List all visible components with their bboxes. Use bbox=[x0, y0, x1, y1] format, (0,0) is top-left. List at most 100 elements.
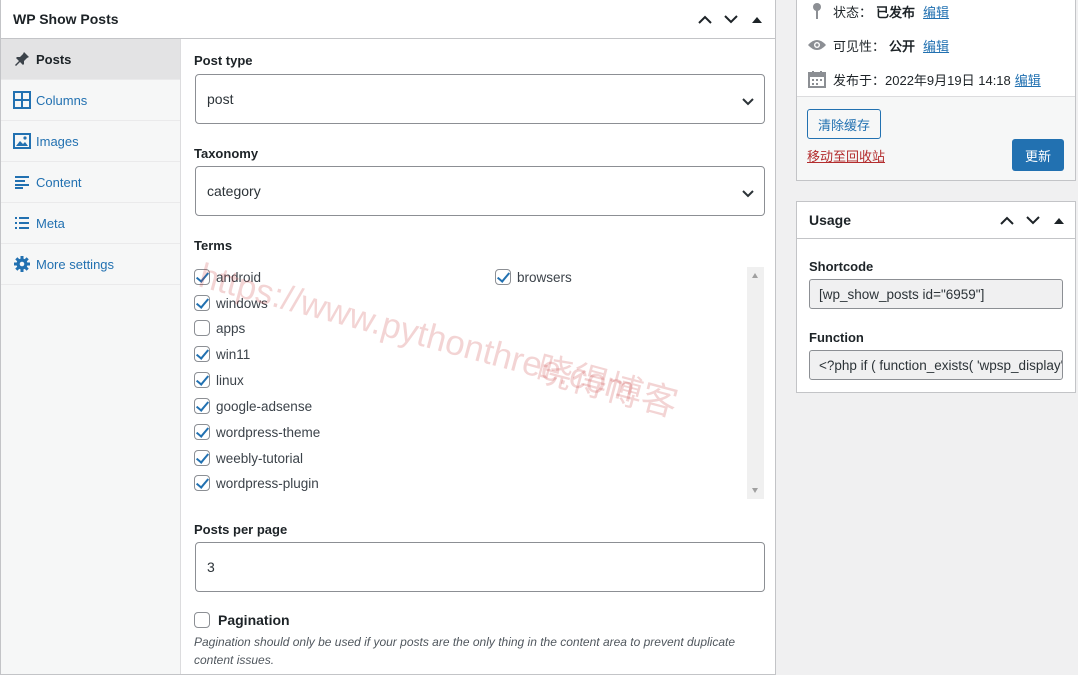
tab-label: Content bbox=[36, 174, 82, 190]
move-down-icon[interactable] bbox=[721, 10, 741, 30]
clear-cache-button[interactable]: 清除缓存 bbox=[807, 109, 882, 139]
columns-icon bbox=[13, 91, 31, 109]
gear-icon bbox=[13, 255, 31, 273]
term-wordpress-plugin[interactable]: wordpress-plugin bbox=[194, 475, 319, 491]
published-date-row: 发布于： 2022年9月19日 14:18 编辑 bbox=[807, 69, 1041, 89]
tab-label: Posts bbox=[36, 51, 72, 67]
visibility-value: 公开 bbox=[889, 38, 916, 54]
published-label: 发布于： bbox=[833, 72, 886, 88]
edit-visibility-link[interactable]: 编辑 bbox=[923, 36, 949, 55]
term-windows[interactable]: windows bbox=[194, 295, 268, 311]
eye-icon bbox=[807, 35, 827, 55]
calendar-icon bbox=[807, 69, 827, 89]
scroll-down-arrow-icon[interactable] bbox=[752, 488, 758, 493]
chevron-down-icon bbox=[742, 93, 754, 109]
term-label: windows bbox=[216, 295, 268, 311]
usage-controls bbox=[997, 202, 1069, 239]
checkbox[interactable] bbox=[194, 269, 210, 285]
scroll-up-arrow-icon[interactable] bbox=[752, 273, 758, 278]
taxonomy-select[interactable]: category bbox=[195, 166, 765, 216]
post-type-value: post bbox=[207, 91, 234, 107]
function-value: <?php if ( function_exists( 'wpsp_displa… bbox=[819, 357, 1063, 373]
post-type-select[interactable]: post bbox=[195, 74, 765, 124]
posts-per-page-value: 3 bbox=[207, 559, 215, 575]
metabox-controls bbox=[695, 0, 767, 39]
checkbox[interactable] bbox=[194, 346, 210, 362]
usage-header: Usage bbox=[797, 202, 1075, 239]
term-label: google-adsense bbox=[216, 398, 313, 414]
tab-columns[interactable]: Columns bbox=[1, 80, 180, 121]
move-up-icon[interactable] bbox=[695, 10, 715, 30]
edit-date-link[interactable]: 编辑 bbox=[1015, 70, 1041, 89]
shortcode-value: [wp_show_posts id="6959"] bbox=[819, 286, 985, 302]
term-android[interactable]: android bbox=[194, 269, 261, 285]
move-up-icon[interactable] bbox=[997, 211, 1017, 231]
shortcode-label: Shortcode bbox=[809, 259, 874, 274]
checkbox[interactable] bbox=[194, 475, 210, 491]
checkbox[interactable] bbox=[194, 320, 210, 336]
tab-meta[interactable]: Meta bbox=[1, 203, 180, 244]
update-button[interactable]: 更新 bbox=[1012, 139, 1064, 171]
tab-label: Columns bbox=[36, 92, 88, 108]
usage-title: Usage bbox=[809, 212, 852, 228]
chevron-down-icon bbox=[742, 185, 754, 201]
published-value: 2022年9月19日 14:18 bbox=[885, 72, 1011, 88]
taxonomy-label: Taxonomy bbox=[194, 146, 259, 161]
tab-images[interactable]: Images bbox=[1, 121, 180, 162]
term-label: android bbox=[216, 269, 262, 285]
term-weebly-tutorial[interactable]: weebly-tutorial bbox=[194, 450, 303, 466]
checkbox[interactable] bbox=[194, 398, 210, 414]
term-label: linux bbox=[216, 372, 244, 388]
visibility-row: 可见性： 公开 编辑 bbox=[807, 35, 949, 55]
tab-posts[interactable]: Posts bbox=[1, 39, 180, 80]
term-win11[interactable]: win11 bbox=[194, 346, 250, 362]
term-label: wordpress-theme bbox=[216, 424, 321, 440]
pagination-toggle[interactable]: Pagination bbox=[194, 612, 290, 628]
metabox-title: WP Show Posts bbox=[13, 11, 119, 27]
edit-status-link[interactable]: 编辑 bbox=[923, 2, 949, 21]
checkbox[interactable] bbox=[194, 424, 210, 440]
collapse-toggle-icon[interactable] bbox=[747, 10, 767, 30]
move-down-icon[interactable] bbox=[1023, 211, 1043, 231]
post-type-label: Post type bbox=[194, 53, 253, 68]
shortcode-field[interactable]: [wp_show_posts id="6959"] bbox=[809, 279, 1063, 309]
image-icon bbox=[13, 132, 31, 150]
terms-scrollbar[interactable] bbox=[747, 267, 764, 499]
term-label: apps bbox=[216, 320, 246, 336]
taxonomy-value: category bbox=[207, 183, 261, 199]
terms-label: Terms bbox=[194, 238, 233, 253]
posts-per-page-input[interactable]: 3 bbox=[195, 542, 765, 592]
term-linux[interactable]: linux bbox=[194, 372, 244, 388]
term-google-adsense[interactable]: google-adsense bbox=[194, 398, 312, 414]
term-apps[interactable]: apps bbox=[194, 320, 245, 336]
pin-icon bbox=[807, 1, 827, 21]
checkbox[interactable] bbox=[194, 295, 210, 311]
term-label: weebly-tutorial bbox=[216, 450, 304, 466]
collapse-toggle-icon[interactable] bbox=[1049, 211, 1069, 231]
usage-metabox: Usage Shortcode [wp_show_posts id="6959"… bbox=[796, 201, 1076, 393]
term-label: win11 bbox=[216, 346, 251, 362]
metabox-header: WP Show Posts bbox=[1, 0, 775, 39]
pagination-label: Pagination bbox=[218, 612, 290, 628]
terms-checklist: android browsers windows apps win11 linu… bbox=[194, 267, 764, 499]
publish-actions: 清除缓存 移动至回收站 更新 bbox=[797, 96, 1075, 180]
pagination-checkbox[interactable] bbox=[194, 612, 210, 628]
status-row: 状态： 已发布 编辑 bbox=[807, 1, 949, 21]
wp-show-posts-metabox: WP Show Posts Posts Columns Images Conte… bbox=[0, 0, 776, 675]
move-to-trash-link[interactable]: 移动至回收站 bbox=[807, 146, 885, 165]
posts-settings-panel: Post type post Taxonomy category Terms a… bbox=[194, 39, 766, 674]
content-icon bbox=[13, 173, 31, 191]
tab-content[interactable]: Content bbox=[1, 162, 180, 203]
tab-more-settings[interactable]: More settings bbox=[1, 244, 180, 285]
function-label: Function bbox=[809, 330, 864, 345]
term-browsers[interactable]: browsers bbox=[495, 269, 572, 285]
settings-tabs: Posts Columns Images Content Meta More s… bbox=[1, 39, 181, 674]
function-field[interactable]: <?php if ( function_exists( 'wpsp_displa… bbox=[809, 350, 1063, 380]
term-label: browsers bbox=[517, 269, 572, 285]
tab-label: More settings bbox=[36, 256, 115, 272]
term-wordpress-theme[interactable]: wordpress-theme bbox=[194, 424, 320, 440]
checkbox[interactable] bbox=[194, 372, 210, 388]
checkbox[interactable] bbox=[194, 450, 210, 466]
pagination-description: Pagination should only be used if your p… bbox=[194, 635, 736, 667]
checkbox[interactable] bbox=[495, 269, 511, 285]
